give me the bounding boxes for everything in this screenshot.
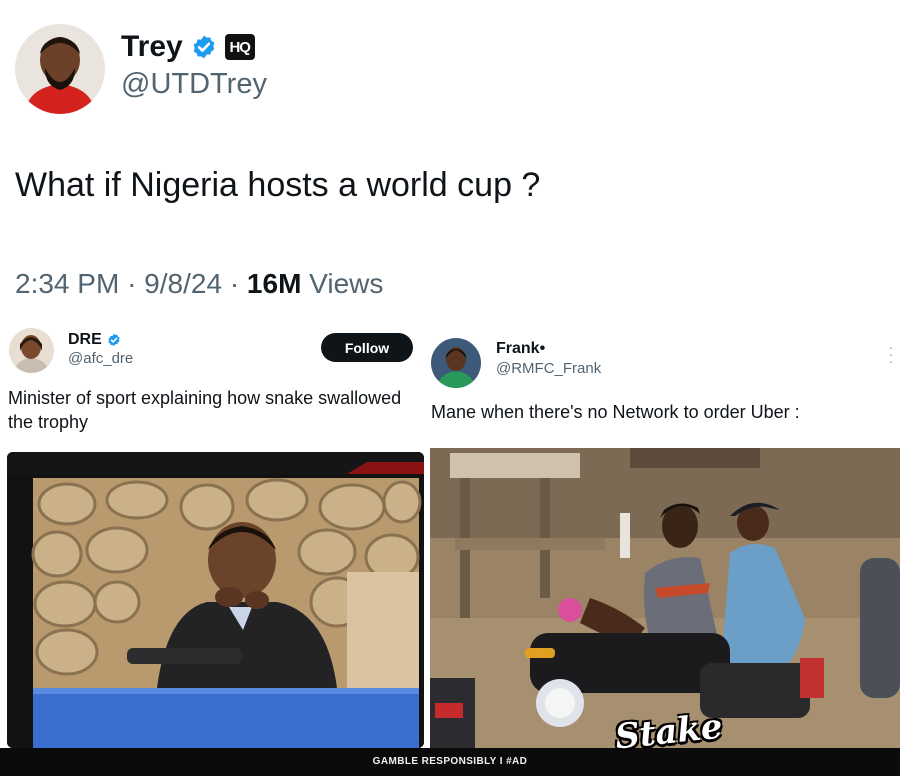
views-label: Views [309,268,384,299]
left-post-author: DRE [68,331,121,349]
verified-icon [108,333,120,347]
left-post-avatar[interactable] [9,328,54,373]
tweet-meta: 2:34 PM · 9/8/24 · 16M Views [15,268,383,300]
right-post-text: Mane when there's no Network to order Ub… [431,402,800,422]
left-post-image[interactable] [7,452,424,748]
ad-banner: GAMBLE RESPONSIBLY I #AD [0,748,900,776]
tweet-text: What if Nigeria hosts a world cup ? [15,166,541,204]
views-count[interactable]: 16M [247,268,301,299]
more-options-icon[interactable]: · · · [886,340,896,368]
affiliate-badge[interactable]: HQ [224,34,255,60]
follow-button[interactable]: Follow [321,333,413,362]
author-avatar[interactable] [15,24,105,114]
ad-disclaimer: GAMBLE RESPONSIBLY I #AD [372,756,528,767]
left-post-text: Minister of sport explaining how snake s… [8,388,402,432]
author-name-row: Trey HQ [121,30,255,64]
verified-icon [193,35,215,59]
right-post-image[interactable] [430,448,900,748]
tweet-date[interactable]: 9/8/24 [144,268,222,299]
meta-separator: · [127,268,137,299]
right-post-avatar[interactable] [431,338,481,388]
author-handle[interactable]: @UTDTrey [121,68,267,101]
author-name[interactable]: Trey [121,30,183,64]
right-post-handle[interactable]: @RMFC_Frank [496,360,601,377]
left-post-author-name[interactable]: DRE [68,331,102,349]
meta-separator: · [229,268,240,299]
left-post-handle[interactable]: @afc_dre [68,350,133,367]
tweet-time[interactable]: 2:34 PM [15,268,119,299]
right-post-author-name[interactable]: Frank• [496,340,545,358]
